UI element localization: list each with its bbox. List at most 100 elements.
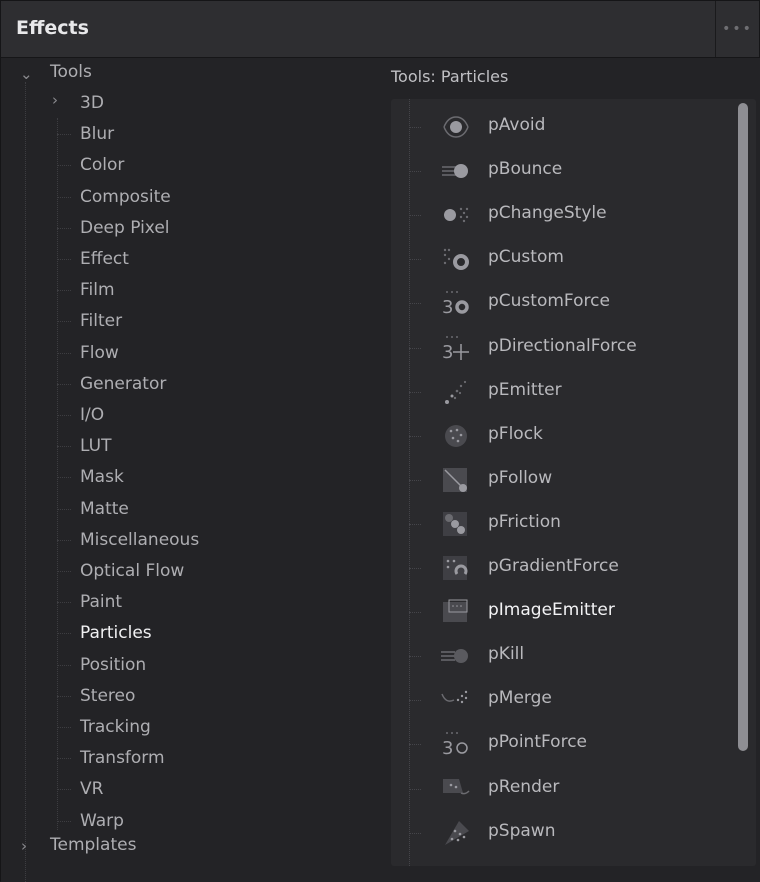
tree-item-label: LUT [80,436,112,457]
tool-item-label: pKill [488,644,525,665]
tree-item-position[interactable]: Position [57,651,146,679]
tool-item-prender[interactable]: pRender [391,767,731,811]
tree-connector [57,134,71,136]
panel-options-button[interactable]: ••• [715,1,759,57]
vertical-scrollbar[interactable] [738,103,748,751]
list-connector [409,612,421,614]
change-style-icon [439,199,473,231]
tree-item-optical-flow[interactable]: Optical Flow [57,557,184,585]
list-connector [409,171,421,173]
tool-item-label: pDirectionalForce [488,335,637,356]
tree-item-tracking[interactable]: Tracking [57,713,151,741]
list-connector [409,788,421,790]
tree-item-mask[interactable]: Mask [57,463,124,491]
list-connector [409,259,421,261]
tree-item-templates[interactable]: Templates [50,831,136,859]
tool-item-label: pBounce [488,159,563,180]
tree-item-matte[interactable]: Matte [57,495,129,523]
tool-item-label: pGradientForce [488,556,619,576]
tree-item-effect[interactable]: Effect [57,245,129,273]
tree-item-composite[interactable]: Composite [57,183,171,211]
tool-item-label: pSpawn [488,820,556,841]
tree-connector [57,602,71,604]
flock-icon [439,420,473,452]
category-tree[interactable]: ⌄ Tools › 3D Blur Color Composite Deep Pixel E… [1,58,376,882]
panel-title: Effects [16,17,89,39]
list-connector [409,347,421,349]
tool-item-pimageemitter[interactable]: pImageEmitter [391,590,731,634]
tool-item-pavoid[interactable]: pAvoid [391,105,731,149]
tree-item-filter[interactable]: Filter [57,307,122,335]
list-connector [409,744,421,746]
custom-gear-icon [439,243,473,275]
tool-item-pbounce[interactable]: pBounce [391,149,731,193]
tree-item-blur[interactable]: Blur [57,120,115,148]
chevron-right-icon[interactable]: › [21,837,27,855]
directional-force-icon: 3 [439,332,473,364]
tree-item-label: Particles [80,623,152,644]
tree-item-film[interactable]: Film [57,276,115,304]
tree-item-label: Blur [80,124,115,145]
tree-item-lut[interactable]: LUT [57,432,112,460]
kill-icon [439,640,473,672]
tree-item-particles[interactable]: Particles [57,619,152,647]
tree-item-label: Stereo [80,685,136,706]
tool-item-pfriction[interactable]: pFriction [391,502,731,546]
spawn-icon [439,817,473,849]
point-force-icon: 3 [439,728,473,760]
tool-item-pfollow[interactable]: pFollow [391,458,731,502]
tree-connector [57,571,71,572]
tree-connector [57,508,71,510]
tree-item-label: Film [80,280,115,301]
chevron-right-icon[interactable]: › [52,91,58,109]
tree-connector [57,196,71,198]
tree-item-stereo[interactable]: Stereo [57,682,136,710]
tree-item-transform[interactable]: Transform [57,744,165,772]
tool-item-pcustomforce[interactable]: 3 pCustomForce [391,281,731,325]
tree-item-label: Matte [80,498,129,519]
custom-force-icon: 3 [439,287,473,319]
tree-connector [57,477,71,479]
tool-item-pgradientforce[interactable]: pGradientForce [391,546,731,590]
tree-connector [57,290,71,292]
tools-pane: Tools: Particles pAvoid pBounce pChangeSty… [376,58,760,882]
tree-item-vr[interactable]: VR [57,775,103,803]
chevron-down-icon[interactable]: ⌄ [20,65,33,83]
tree-item-paint[interactable]: Paint [57,588,122,616]
tool-item-pdirectionalforce[interactable]: 3 pDirectionalForce [391,326,731,370]
tree-item-i-o[interactable]: I/O [57,401,104,429]
tree-connector [57,820,71,822]
tool-item-pcustom[interactable]: pCustom [391,237,731,281]
tool-item-label: pImageEmitter [488,600,615,621]
tool-item-label: pAvoid [488,115,546,135]
tree-item-flow[interactable]: Flow [57,339,119,367]
tool-item-pemitter[interactable]: pEmitter [391,370,731,414]
tree-item-generator[interactable]: Generator [57,370,166,398]
tree-item-3d[interactable]: 3D [80,89,104,117]
tools-heading: Tools: Particles [391,67,509,86]
tool-item-pkill[interactable]: pKill [391,634,731,678]
tool-item-pmerge[interactable]: pMerge [391,678,731,722]
list-connector [409,700,421,702]
tree-item-miscellaneous[interactable]: Miscellaneous [57,526,199,554]
tool-item-pflock[interactable]: pFlock [391,414,731,458]
effects-panel: Effects ••• ⌄ Tools › 3D Blur Color Composit… [0,0,760,882]
tree-connector [57,321,71,323]
svg-text:3: 3 [442,297,453,318]
tree-item-color[interactable]: Color [57,151,124,179]
emitter-icon [439,376,473,408]
tool-item-ppointforce[interactable]: 3 pPointForce [391,722,731,766]
tool-item-label: pCustom [488,247,564,268]
list-connector [409,127,421,128]
tree-item-label: Composite [80,186,171,207]
friction-icon [439,508,473,540]
merge-icon [439,684,473,716]
tool-item-pchangestyle[interactable]: pChangeStyle [391,193,731,237]
tool-item-pspawn[interactable]: pSpawn [391,811,731,855]
tool-item-label: pEmitter [488,379,562,400]
tree-item-tools[interactable]: Tools [50,58,92,86]
tree-item-deep-pixel[interactable]: Deep Pixel [57,214,170,242]
tool-item-label: pFlock [488,423,543,444]
tools-list[interactable]: pAvoid pBounce pChangeStyle pCustom 3 pCustom… [391,99,756,866]
list-connector [409,523,421,525]
